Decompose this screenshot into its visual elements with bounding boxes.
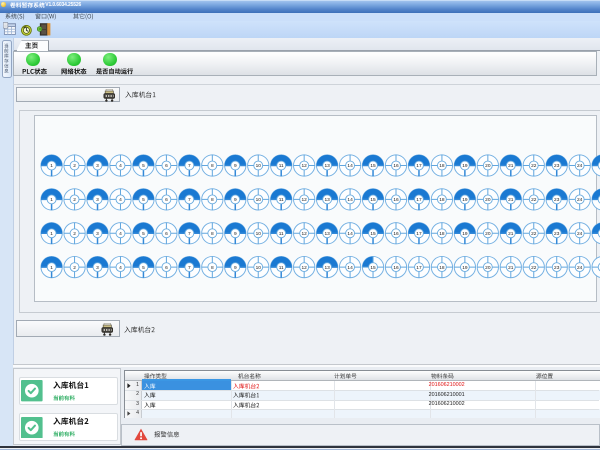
svg-text:22: 22	[531, 231, 537, 237]
svg-text:13: 13	[324, 231, 330, 237]
svg-text:11: 11	[279, 163, 284, 169]
svg-text:15: 15	[370, 197, 376, 203]
svg-text:22: 22	[531, 265, 537, 271]
svg-text:2: 2	[73, 231, 76, 237]
svg-text:10: 10	[256, 265, 262, 271]
svg-text:10: 10	[256, 231, 262, 237]
svg-text:8: 8	[211, 265, 214, 271]
svg-text:24: 24	[577, 197, 583, 203]
svg-text:22: 22	[531, 163, 537, 169]
svg-text:7: 7	[188, 265, 191, 271]
svg-text:14: 14	[347, 265, 353, 271]
svg-text:12: 12	[301, 197, 307, 203]
svg-text:17: 17	[416, 265, 422, 271]
svg-text:20: 20	[485, 231, 491, 237]
svg-text:12: 12	[301, 231, 307, 237]
svg-text:6: 6	[165, 197, 168, 203]
svg-text:9: 9	[234, 265, 237, 271]
svg-text:20: 20	[485, 265, 491, 271]
svg-text:16: 16	[393, 163, 399, 169]
svg-text:18: 18	[439, 231, 445, 237]
svg-text:5: 5	[142, 231, 145, 237]
svg-text:6: 6	[165, 265, 168, 271]
svg-text:9: 9	[234, 163, 237, 169]
svg-text:23: 23	[554, 265, 560, 271]
svg-text:4: 4	[119, 197, 122, 203]
svg-text:15: 15	[370, 231, 376, 237]
svg-text:6: 6	[165, 231, 168, 237]
svg-text:20: 20	[485, 197, 491, 203]
svg-text:11: 11	[279, 197, 284, 203]
svg-text:17: 17	[416, 197, 422, 203]
svg-text:16: 16	[393, 265, 399, 271]
svg-text:19: 19	[462, 265, 468, 271]
svg-text:13: 13	[324, 265, 330, 271]
svg-text:13: 13	[324, 197, 330, 203]
svg-text:8: 8	[211, 197, 214, 203]
svg-text:2: 2	[73, 163, 76, 169]
svg-text:21: 21	[508, 265, 514, 271]
svg-text:23: 23	[554, 163, 560, 169]
svg-text:9: 9	[234, 197, 237, 203]
svg-text:16: 16	[393, 231, 399, 237]
svg-text:7: 7	[188, 163, 191, 169]
svg-text:7: 7	[188, 231, 191, 237]
svg-text:3: 3	[96, 197, 99, 203]
svg-text:4: 4	[119, 231, 122, 237]
svg-text:18: 18	[439, 197, 445, 203]
svg-text:4: 4	[119, 265, 122, 271]
svg-text:11: 11	[279, 231, 284, 237]
svg-text:19: 19	[462, 231, 468, 237]
svg-text:11: 11	[279, 265, 284, 271]
svg-text:22: 22	[531, 197, 537, 203]
svg-text:12: 12	[301, 163, 307, 169]
svg-text:17: 17	[416, 163, 422, 169]
svg-text:21: 21	[508, 197, 514, 203]
svg-text:1: 1	[50, 265, 53, 271]
svg-text:10: 10	[256, 197, 262, 203]
svg-text:23: 23	[554, 197, 560, 203]
svg-text:13: 13	[324, 163, 330, 169]
svg-text:5: 5	[142, 197, 145, 203]
svg-text:4: 4	[119, 163, 122, 169]
svg-text:24: 24	[577, 265, 583, 271]
svg-text:24: 24	[577, 163, 583, 169]
svg-text:14: 14	[347, 231, 353, 237]
svg-text:1: 1	[50, 231, 53, 237]
svg-text:2: 2	[73, 197, 76, 203]
svg-text:21: 21	[508, 163, 514, 169]
svg-text:3: 3	[96, 231, 99, 237]
svg-text:1: 1	[50, 163, 53, 169]
svg-text:5: 5	[142, 163, 145, 169]
svg-text:2: 2	[73, 265, 76, 271]
svg-text:14: 14	[347, 163, 353, 169]
svg-text:8: 8	[211, 231, 214, 237]
svg-text:18: 18	[439, 163, 445, 169]
svg-text:16: 16	[393, 197, 399, 203]
svg-text:3: 3	[96, 265, 99, 271]
svg-text:15: 15	[370, 265, 376, 271]
svg-text:7: 7	[188, 197, 191, 203]
svg-text:19: 19	[462, 197, 468, 203]
svg-text:6: 6	[165, 163, 168, 169]
svg-text:5: 5	[142, 265, 145, 271]
svg-text:21: 21	[508, 231, 514, 237]
svg-text:9: 9	[234, 231, 237, 237]
svg-text:15: 15	[370, 163, 376, 169]
svg-text:19: 19	[462, 163, 468, 169]
svg-text:20: 20	[485, 163, 491, 169]
svg-text:1: 1	[50, 197, 53, 203]
svg-text:24: 24	[577, 231, 583, 237]
svg-text:8: 8	[211, 163, 214, 169]
svg-text:12: 12	[301, 265, 307, 271]
svg-text:23: 23	[554, 231, 560, 237]
svg-text:3: 3	[96, 163, 99, 169]
svg-text:17: 17	[416, 231, 422, 237]
svg-text:10: 10	[256, 163, 262, 169]
svg-text:14: 14	[347, 197, 353, 203]
svg-text:18: 18	[439, 265, 445, 271]
